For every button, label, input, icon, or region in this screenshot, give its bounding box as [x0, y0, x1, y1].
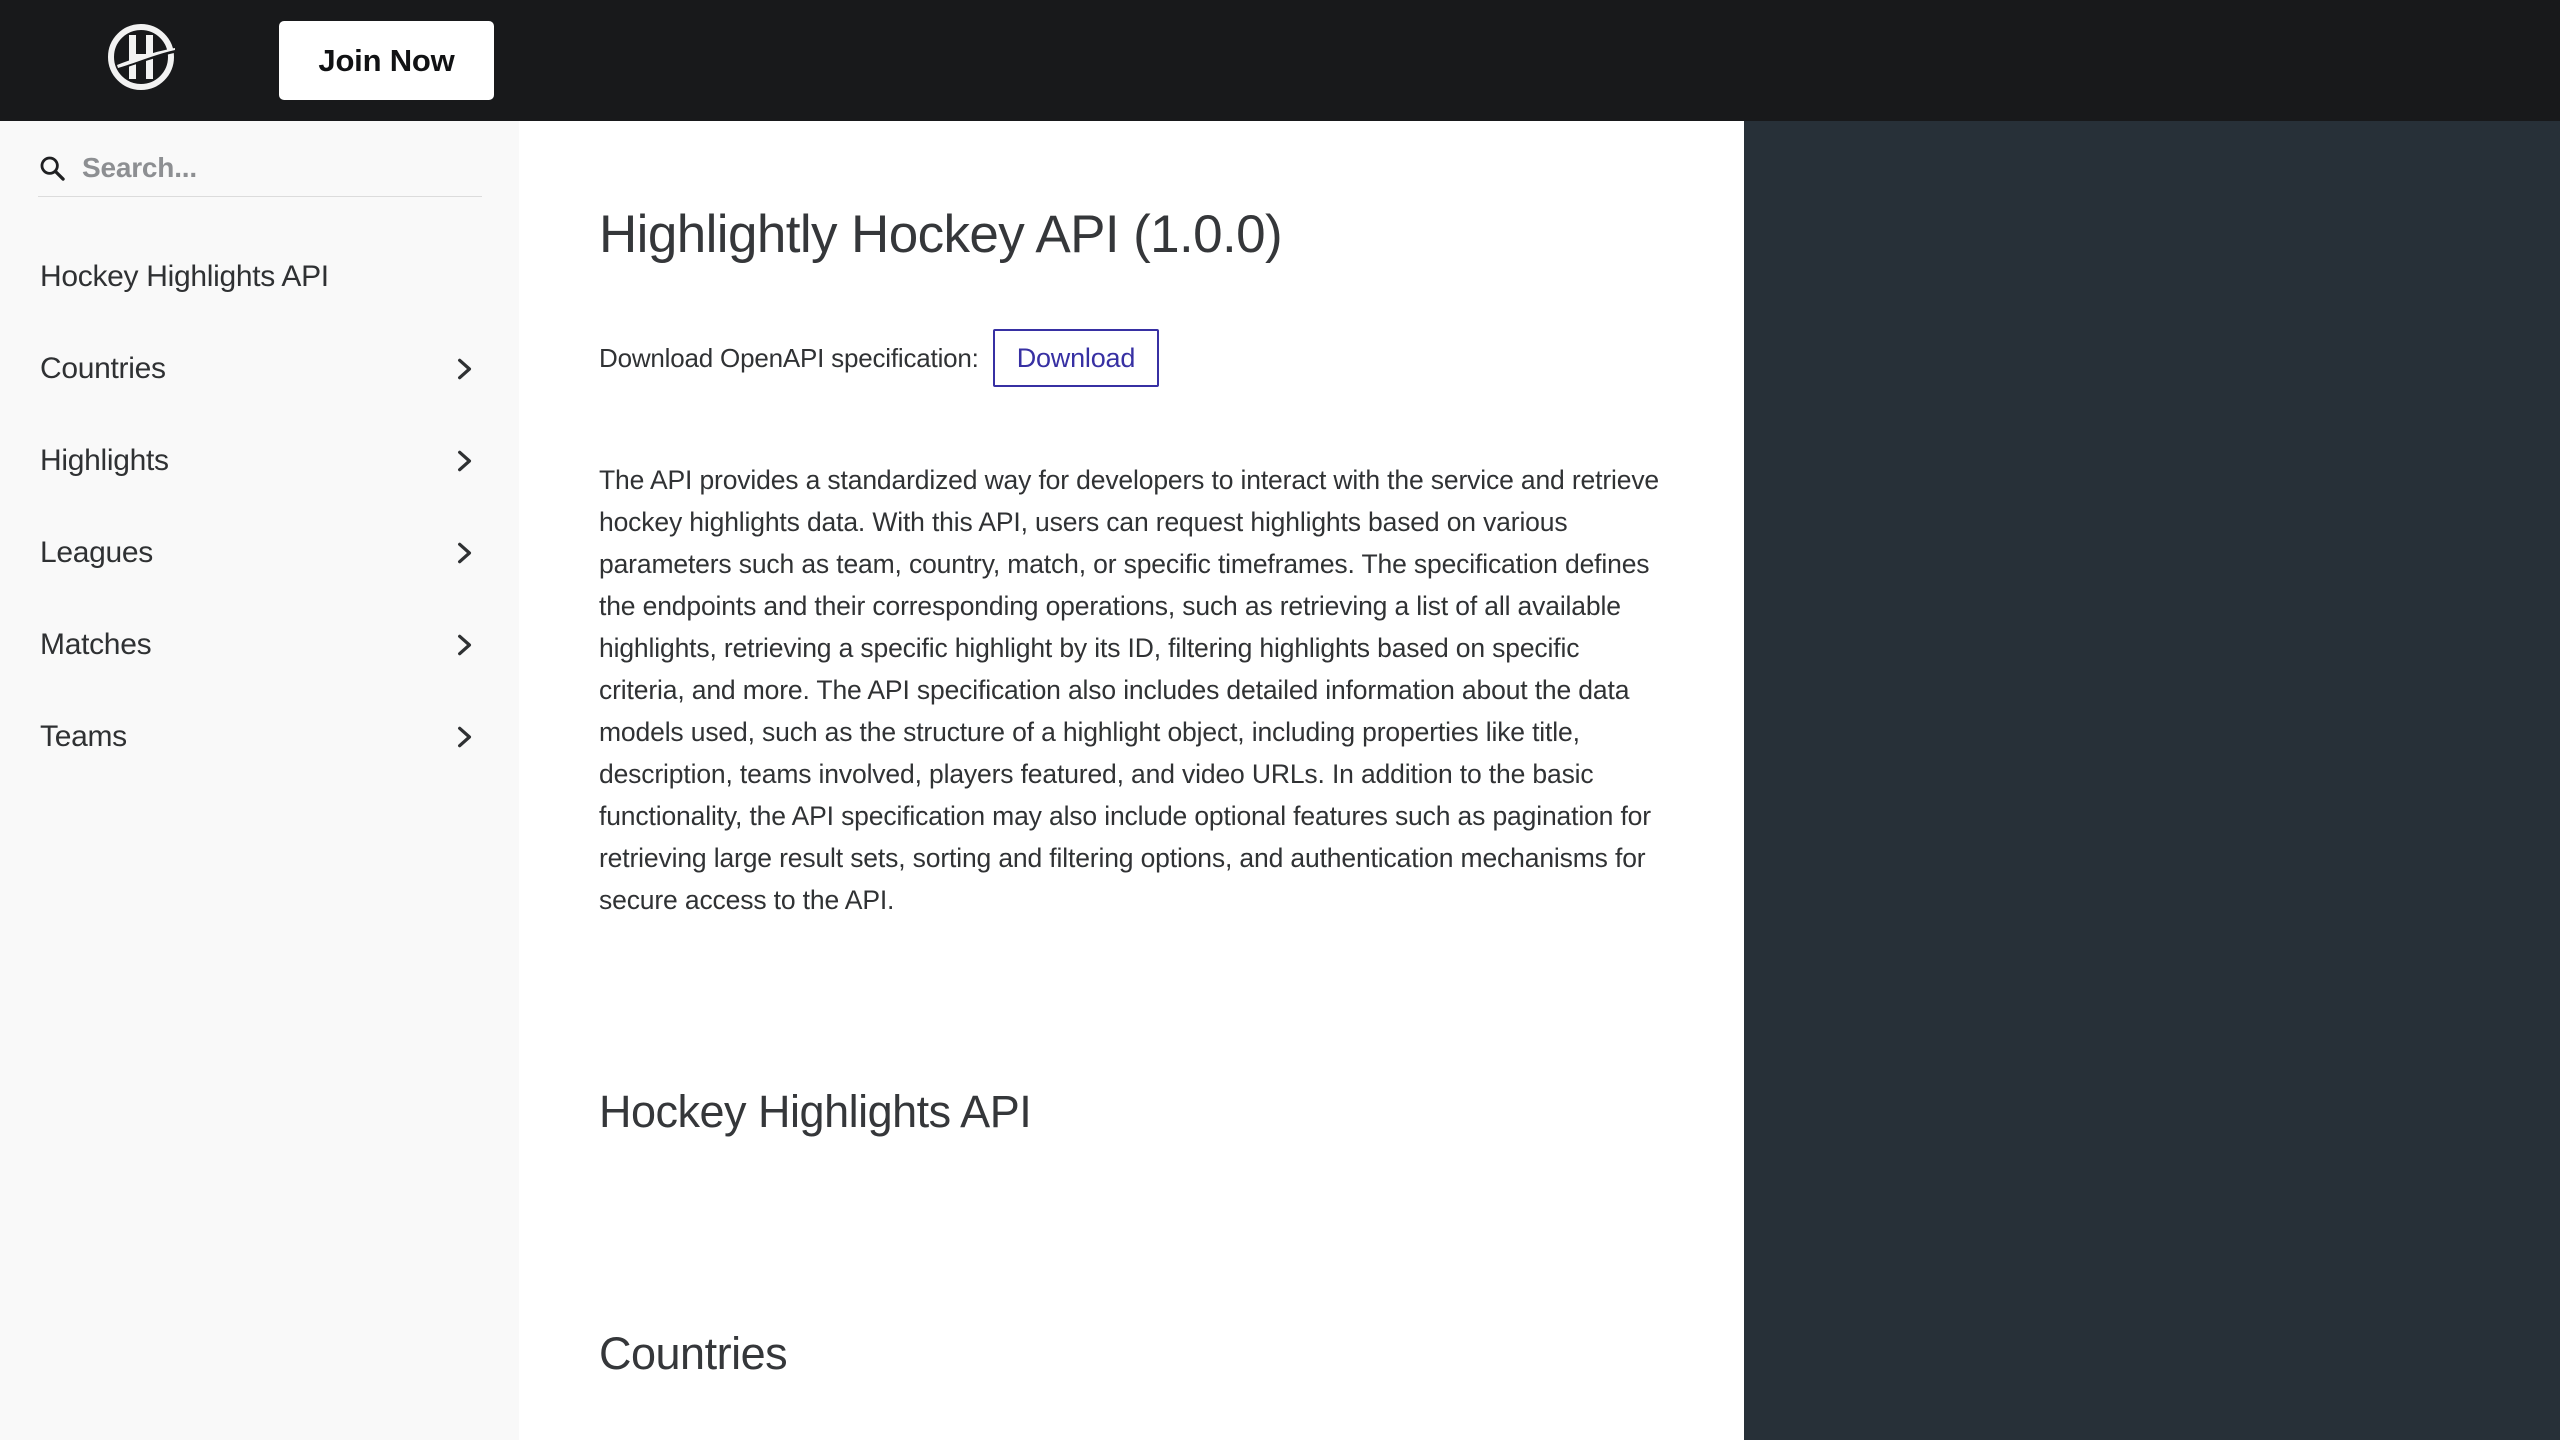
sidebar-item-label: Teams	[40, 720, 127, 753]
chevron-right-icon[interactable]	[451, 632, 477, 658]
section-heading-hockey-highlights-api: Hockey Highlights API	[599, 1086, 1032, 1138]
api-description: The API provides a standardized way for …	[599, 465, 1660, 916]
chevron-right-icon[interactable]	[451, 724, 477, 750]
sidebar-item-label: Leagues	[40, 536, 154, 569]
sidebar-item-teams[interactable]: Teams	[0, 691, 519, 783]
chevron-right-icon[interactable]	[451, 356, 477, 382]
chevron-right-icon[interactable]	[451, 540, 477, 566]
download-spec-label: Download OpenAPI specification:	[599, 342, 979, 373]
sidebar-item-label: Hockey Highlights API	[40, 260, 329, 293]
sidebar-item-countries[interactable]: Countries	[0, 323, 519, 415]
main-content: Highlightly Hockey API (1.0.0) Download …	[519, 121, 1744, 1440]
sidebar-item-label: Matches	[40, 628, 152, 661]
section-heading-countries: Countries	[599, 1328, 788, 1380]
search-input[interactable]	[82, 151, 462, 184]
sidebar: Hockey Highlights API Countries Highligh…	[0, 121, 519, 1440]
page-title: Highlightly Hockey API (1.0.0)	[599, 205, 1283, 264]
api-docs-page: Join Now Hockey Highlights API Countries…	[0, 0, 2560, 1440]
sidebar-item-label: Highlights	[40, 444, 169, 477]
sidebar-item-label: Countries	[40, 352, 166, 385]
sidebar-item-highlights[interactable]: Highlights	[0, 415, 519, 507]
code-samples-panel	[1744, 121, 2560, 1440]
content-inner: Highlightly Hockey API (1.0.0) Download …	[519, 205, 1744, 1380]
chevron-right-icon[interactable]	[451, 448, 477, 474]
highlightly-circle-h-logo-icon[interactable]	[104, 20, 178, 94]
join-now-button[interactable]: Join Now	[279, 21, 494, 100]
top-navigation-bar: Join Now	[0, 0, 2560, 121]
sidebar-item-leagues[interactable]: Leagues	[0, 507, 519, 599]
sidebar-item-hockey-highlights-api[interactable]: Hockey Highlights API	[0, 231, 519, 323]
sidebar-nav-list: Hockey Highlights API Countries Highligh…	[0, 231, 519, 783]
download-button[interactable]: Download	[992, 329, 1160, 388]
search-icon	[40, 156, 65, 181]
search-bar[interactable]	[38, 139, 482, 197]
download-spec-row: Download OpenAPI specification: Download	[599, 329, 1744, 388]
sidebar-item-matches[interactable]: Matches	[0, 599, 519, 691]
